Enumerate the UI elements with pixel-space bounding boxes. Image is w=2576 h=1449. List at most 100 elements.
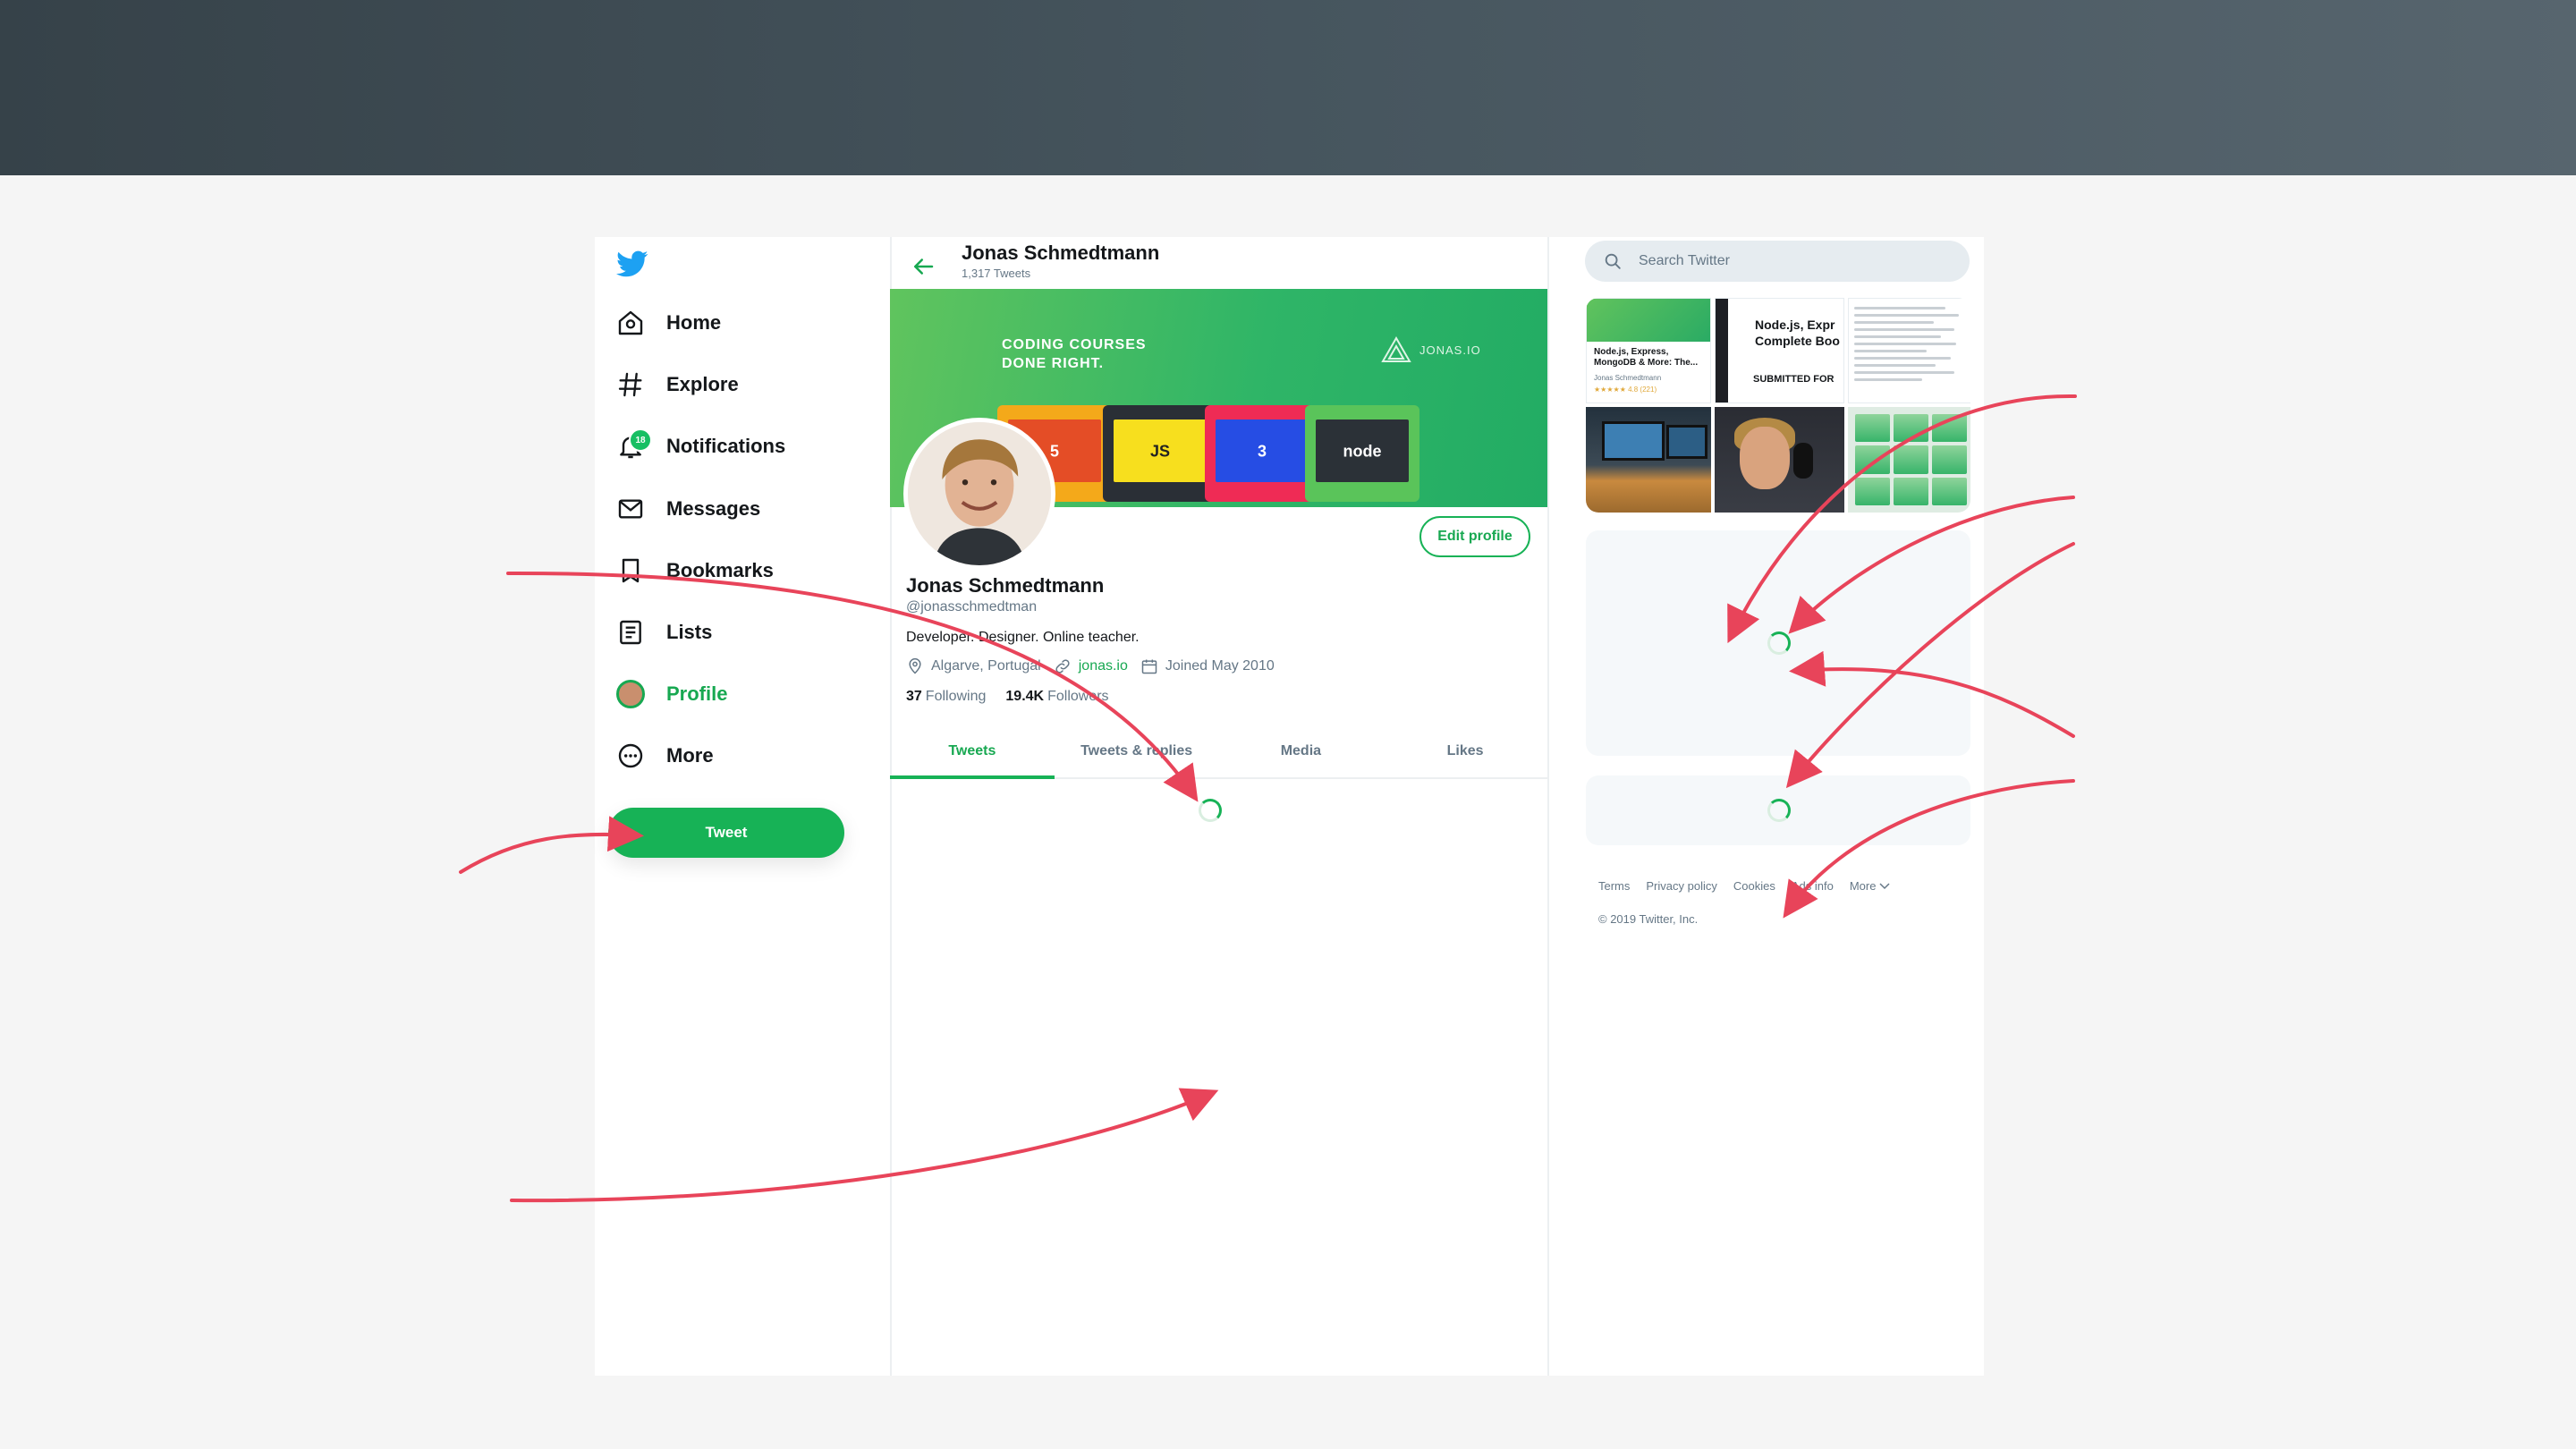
course-thumb-image (1587, 299, 1710, 342)
profile-stats: 37 Following 19.4K Followers (906, 689, 1109, 705)
bookmark-icon (622, 558, 640, 583)
brand-logo-icon (1381, 335, 1411, 362)
monitor-shape (1602, 421, 1665, 461)
portrait-face (1740, 427, 1790, 489)
sidebar-item-label: Home (666, 311, 722, 334)
media-thumb-book[interactable]: Node.js, Expr Complete Boo SUBMITTED FOR (1715, 298, 1844, 403)
banner-brand: JONAS.IO (1380, 335, 1481, 364)
sidebar-item-notifications[interactable]: 18 Notifications (616, 427, 785, 466)
microphone-shape (1793, 443, 1813, 479)
home-icon (618, 310, 643, 335)
tweet-button[interactable]: Tweet (608, 808, 844, 858)
profile-website[interactable]: jonas.io (1054, 657, 1128, 675)
sidebar-item-explore[interactable]: Explore (616, 365, 739, 404)
twitter-logo-icon[interactable] (616, 248, 648, 280)
who-to-follow-card-loading (1586, 775, 1970, 845)
sidebar-item-more[interactable]: More (616, 736, 714, 775)
course-laptop: node (1305, 405, 1419, 502)
link-icon (1055, 659, 1070, 674)
following-stat[interactable]: 37 Following (906, 689, 986, 705)
book-spine (1716, 299, 1728, 402)
sidebar-item-messages[interactable]: Messages (616, 489, 760, 529)
search-input[interactable] (1637, 252, 1945, 270)
profile-avatar[interactable] (903, 418, 1055, 570)
footer-link-more[interactable]: More (1850, 879, 1890, 893)
sidebar-item-home[interactable]: Home (616, 303, 721, 343)
media-thumb-desk-photo[interactable] (1586, 407, 1711, 513)
right-sidebar: Node.js, Express, MongoDB & More: The...… (1547, 237, 1984, 1376)
sidebar-item-label: Lists (666, 621, 713, 643)
media-book-subtitle: SUBMITTED FOR (1753, 374, 1835, 385)
location-text: Algarve, Portugal (931, 658, 1041, 674)
sidebar-item-label: Bookmarks (666, 559, 774, 581)
envelope-icon (618, 499, 643, 519)
tab-tweets[interactable]: Tweets (890, 725, 1055, 779)
profile-location: Algarve, Portugal (906, 657, 1041, 675)
media-grid[interactable]: Node.js, Express, MongoDB & More: The...… (1586, 298, 1970, 513)
copyright: © 2019 Twitter, Inc. (1598, 912, 1699, 926)
profile-joined: Joined May 2010 (1140, 657, 1275, 675)
media-thumb-portrait-photo[interactable] (1715, 407, 1844, 513)
trends-card-loading (1586, 530, 1970, 756)
sidebar-nav: Home Explore 18 Notifications Messages B… (595, 237, 892, 1376)
profile-column: Jonas Schmedtmann 1,317 Tweets CODING CO… (890, 237, 1549, 1376)
sidebar-item-label: Notifications (666, 435, 786, 457)
loading-spinner (1767, 799, 1791, 822)
footer-link-cookies[interactable]: Cookies (1733, 879, 1775, 893)
sidebar-item-label: More (666, 744, 714, 767)
sidebar-item-bookmarks[interactable]: Bookmarks (616, 551, 774, 590)
top-banner (0, 0, 2576, 175)
website-link[interactable]: jonas.io (1079, 658, 1128, 674)
location-pin-icon (909, 657, 921, 674)
footer-more-label: More (1849, 879, 1877, 893)
tab-media[interactable]: Media (1219, 725, 1384, 777)
footer-link-privacy[interactable]: Privacy policy (1646, 879, 1716, 893)
media-course-rating: ★★★★★ 4.8 (221) (1594, 386, 1657, 394)
followers-label: Followers (1047, 689, 1109, 704)
sidebar-item-label: Messages (666, 497, 761, 520)
media-book-title: Node.js, Expr Complete Boo (1755, 318, 1840, 348)
tab-likes[interactable]: Likes (1383, 725, 1547, 777)
followers-stat[interactable]: 19.4K Followers (1005, 689, 1108, 705)
sidebar-item-label: Profile (666, 682, 728, 705)
media-course-author: Jonas Schmedtmann (1594, 374, 1662, 382)
profile-handle: @jonasschmedtman (906, 599, 1038, 614)
footer-link-terms[interactable]: Terms (1598, 879, 1630, 893)
search-icon (1605, 253, 1621, 269)
joined-text: Joined May 2010 (1165, 658, 1275, 674)
footer-link-ads-info[interactable]: Ads info (1792, 879, 1834, 893)
footer: Terms Privacy policy Cookies Ads info Mo… (1598, 879, 1974, 926)
list-icon (620, 620, 641, 645)
following-label: Following (925, 689, 987, 704)
chevron-down-icon (1879, 883, 1890, 890)
media-thumb-document[interactable] (1848, 298, 1970, 403)
tab-tweets-and-replies[interactable]: Tweets & replies (1055, 725, 1219, 777)
calendar-icon (1141, 659, 1157, 674)
back-arrow-icon[interactable] (910, 253, 936, 280)
twitter-profile-page: Home Explore 18 Notifications Messages B… (595, 237, 1984, 1376)
header-profile-name: Jonas Schmedtmann (962, 242, 1160, 264)
monitor-shape (1666, 425, 1707, 459)
laptop-label: 3 (1257, 442, 1267, 461)
bell-icon-wrap: 18 (616, 428, 652, 461)
profile-name: Jonas Schmedtmann (906, 574, 1105, 597)
sidebar-item-label: Explore (666, 373, 739, 395)
laptop-label: node (1343, 442, 1382, 461)
profile-tabs: Tweets Tweets & replies Media Likes (890, 725, 1547, 779)
banner-brand-text: JONAS.IO (1419, 343, 1481, 357)
sidebar-item-lists[interactable]: Lists (616, 613, 712, 652)
avatar-photo (908, 422, 1051, 565)
profile-meta: Algarve, Portugal jonas.io Joined May 20… (906, 657, 1287, 675)
media-thumb-slides[interactable] (1848, 407, 1970, 513)
more-icon (618, 743, 643, 768)
footer-links: Terms Privacy policy Cookies Ads info Mo… (1598, 879, 1974, 893)
hashtag-icon (618, 372, 642, 397)
edit-profile-button[interactable]: Edit profile (1419, 516, 1530, 557)
search-bar[interactable] (1585, 241, 1970, 282)
header-tweet-count: 1,317 Tweets (962, 267, 1031, 280)
avatar (616, 680, 645, 708)
sidebar-item-profile[interactable]: Profile (616, 674, 727, 714)
media-course-title: Node.js, Express, MongoDB & More: The... (1594, 347, 1699, 368)
media-thumb-course[interactable]: Node.js, Express, MongoDB & More: The...… (1586, 298, 1711, 403)
following-count: 37 (906, 689, 922, 704)
